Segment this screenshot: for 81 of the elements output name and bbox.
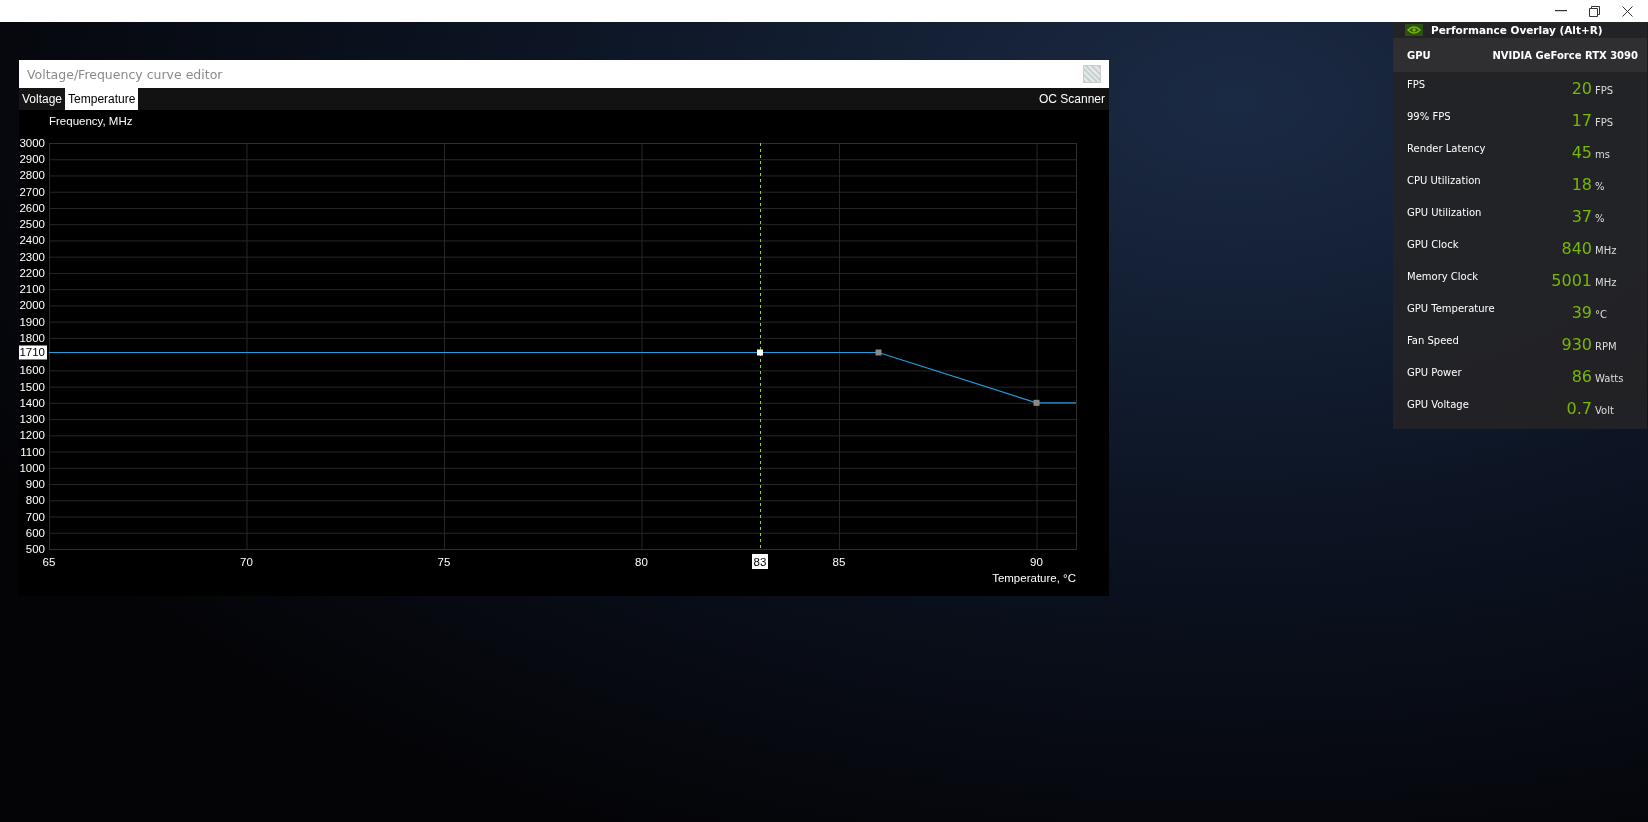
y-tick-label: 1900 bbox=[19, 315, 45, 328]
x-tick-label: 90 bbox=[1030, 556, 1043, 568]
metric-value: 5001 bbox=[1551, 270, 1593, 290]
y-tick-label: 2800 bbox=[19, 169, 45, 182]
metric-label: Render Latency bbox=[1407, 142, 1487, 154]
y-tick-label: 1600 bbox=[19, 364, 45, 377]
metric-unit: MHz bbox=[1595, 243, 1618, 256]
close-icon[interactable] bbox=[1622, 5, 1633, 17]
y-tick-label: 2700 bbox=[19, 185, 45, 198]
x-tick-label: 85 bbox=[832, 556, 846, 568]
overlay-title: Performance Overlay (Alt+R) bbox=[1431, 24, 1603, 36]
tab[interactable]: Temperature bbox=[65, 88, 139, 110]
metric-value: 0.7 bbox=[1566, 398, 1593, 418]
x-tick-label: 75 bbox=[437, 556, 451, 568]
metric-unit: % bbox=[1595, 211, 1606, 224]
y-tick-label: 2900 bbox=[19, 153, 45, 166]
metric-unit: Watts bbox=[1595, 371, 1625, 384]
y-tick-label: 2600 bbox=[19, 201, 45, 214]
metric-unit: MHz bbox=[1595, 275, 1618, 288]
y-tick-label: 500 bbox=[25, 543, 45, 555]
y-tick-label: 2200 bbox=[19, 266, 45, 279]
y-axis-title: Frequency, MHz bbox=[49, 115, 133, 127]
metric-unit: FPS bbox=[1595, 83, 1615, 96]
metric-value: 17 bbox=[1571, 110, 1593, 130]
y-tick-label: 1800 bbox=[19, 331, 45, 344]
y-tick-label: 1400 bbox=[19, 396, 45, 409]
x-axis-title: Temperature, °C bbox=[992, 572, 1076, 584]
metric-unit: % bbox=[1595, 179, 1606, 192]
eye-logo-icon bbox=[1405, 24, 1423, 36]
curve-point[interactable] bbox=[1033, 399, 1040, 406]
metric-unit: RPM bbox=[1595, 339, 1618, 352]
y-cursor-label: 1710 bbox=[19, 345, 47, 360]
window-title: Voltage/Frequency curve editor bbox=[27, 66, 223, 82]
x-tick-label: 65 bbox=[42, 556, 56, 568]
metric-label: Fan Speed bbox=[1407, 334, 1460, 346]
y-tick-label: 3000 bbox=[19, 137, 45, 149]
y-tick-label: 1500 bbox=[19, 380, 45, 393]
metric-unit: Volt bbox=[1595, 403, 1615, 416]
metric-label: GPU Utilization bbox=[1407, 206, 1483, 218]
metric-unit: °C bbox=[1595, 307, 1608, 320]
metric-value: 45 bbox=[1571, 142, 1593, 162]
oc-scanner-button[interactable]: OC Scanner bbox=[1034, 88, 1109, 110]
metric-value: 20 bbox=[1571, 78, 1593, 98]
x-tick-label: 70 bbox=[240, 556, 253, 568]
x-cursor-label: 83 bbox=[752, 554, 768, 569]
y-tick-label: 2400 bbox=[19, 234, 45, 247]
gpu-name: NVIDIA GeForce RTX 3090 bbox=[1492, 49, 1638, 61]
metric-value: 86 bbox=[1571, 366, 1593, 386]
metric-label: GPU Voltage bbox=[1407, 398, 1470, 410]
y-tick-label: 600 bbox=[25, 526, 45, 539]
metric-label: CPU Utilization bbox=[1407, 174, 1482, 186]
restore-icon[interactable] bbox=[1589, 5, 1600, 17]
y-tick-label: 1300 bbox=[19, 413, 45, 426]
curve-point[interactable] bbox=[757, 349, 763, 356]
y-tick-label: 2300 bbox=[19, 250, 45, 263]
metric-value: 39 bbox=[1571, 302, 1593, 322]
metric-label: GPU Temperature bbox=[1407, 302, 1496, 314]
metric-unit: ms bbox=[1595, 147, 1611, 160]
x-tick-label: 80 bbox=[635, 556, 648, 568]
y-tick-label: 1000 bbox=[19, 461, 45, 474]
metric-value: 840 bbox=[1561, 238, 1593, 258]
y-tick-label: 2500 bbox=[19, 218, 45, 231]
metric-label: 99% FPS bbox=[1407, 110, 1452, 122]
metric-value: 18 bbox=[1571, 174, 1593, 194]
y-tick-label: 1200 bbox=[19, 429, 45, 442]
minimize-icon[interactable] bbox=[1555, 10, 1567, 12]
y-tick-label: 2000 bbox=[19, 299, 45, 312]
metric-label: GPU Power bbox=[1407, 366, 1463, 378]
gpu-label: GPU bbox=[1407, 49, 1431, 61]
metric-unit: FPS bbox=[1595, 115, 1615, 128]
metric-label: FPS bbox=[1407, 78, 1427, 90]
metric-value: 37 bbox=[1571, 206, 1593, 226]
y-tick-label: 900 bbox=[25, 478, 45, 491]
y-tick-label: 800 bbox=[25, 494, 45, 507]
curve-point[interactable] bbox=[875, 349, 882, 356]
y-tick-label: 2100 bbox=[19, 283, 45, 296]
metric-label: Memory Clock bbox=[1407, 270, 1479, 282]
metric-label: GPU Clock bbox=[1407, 238, 1460, 250]
y-tick-label: 1100 bbox=[20, 445, 45, 458]
metric-value: 930 bbox=[1561, 334, 1593, 354]
y-tick-label: 700 bbox=[25, 510, 45, 523]
